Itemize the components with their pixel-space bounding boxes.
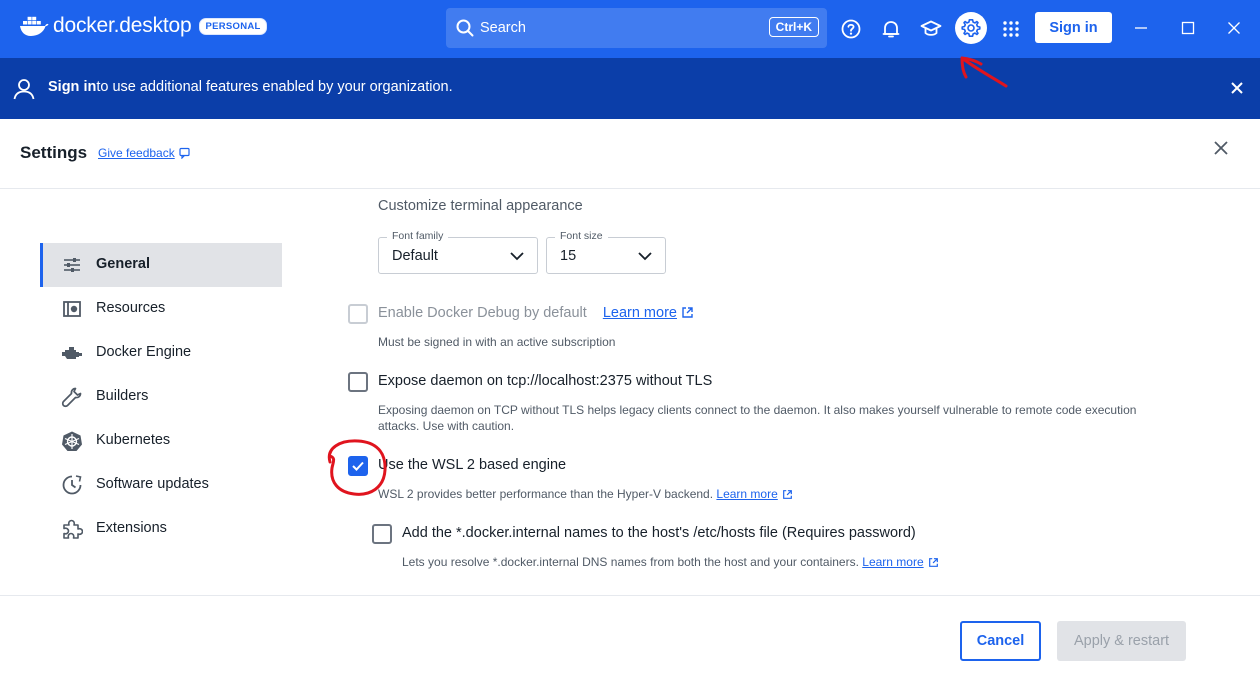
maximize-icon — [1181, 21, 1195, 35]
minimize-button[interactable] — [1129, 16, 1153, 40]
search-bar[interactable]: Search Ctrl+K — [446, 8, 827, 48]
docker-debug-learn-more-link[interactable]: Learn more — [603, 305, 677, 321]
bell-icon — [882, 21, 900, 38]
help-button[interactable] — [836, 14, 866, 44]
docker-debug-help: Must be signed in with an active subscri… — [378, 335, 616, 349]
sign-in-button[interactable]: Sign in — [1035, 12, 1112, 43]
settings-button[interactable] — [955, 12, 987, 44]
notifications-button[interactable] — [876, 14, 906, 44]
settings-footer: Cancel Apply & restart — [0, 595, 1260, 682]
help-icon — [841, 19, 861, 39]
font-size-select[interactable]: Font size 15 — [546, 230, 666, 274]
expose-daemon-label: Expose daemon on tcp://localhost:2375 wi… — [378, 373, 713, 389]
page-title: Settings — [20, 143, 88, 162]
expose-daemon-checkbox[interactable] — [348, 372, 368, 392]
wsl2-learn-more-link[interactable]: Learn more — [716, 487, 777, 501]
font-size-label: Font size — [555, 230, 608, 242]
hosts-file-help-text: Lets you resolve *.docker.internal DNS n… — [402, 555, 859, 569]
banner-text: to use additional features enabled by yo… — [96, 79, 453, 95]
signin-banner: Sign into use additional features enable… — [0, 58, 1260, 119]
plan-badge: PERSONAL — [199, 17, 267, 35]
docker-debug-checkbox[interactable] — [348, 304, 368, 324]
user-icon — [13, 79, 35, 100]
minimize-icon — [1135, 27, 1147, 29]
external-link-icon — [928, 558, 938, 567]
font-family-select[interactable]: Font family Default — [378, 230, 538, 274]
search-shortcut-badge: Ctrl+K — [768, 17, 819, 37]
checkmark-icon — [352, 461, 364, 471]
gear-icon — [961, 19, 981, 37]
learning-center-button[interactable] — [916, 14, 946, 44]
wsl2-engine-checkbox[interactable] — [348, 456, 368, 476]
search-placeholder: Search — [480, 20, 526, 36]
wsl2-engine-help: WSL 2 provides better performance than t… — [378, 486, 793, 502]
docker-logo: docker.desktop PERSONAL — [19, 14, 267, 38]
docker-debug-label: Enable Docker Debug by default Learn mor… — [378, 305, 694, 321]
hosts-file-learn-more-link[interactable]: Learn more — [862, 555, 923, 569]
close-icon — [1214, 141, 1228, 155]
expose-daemon-help: Exposing daemon on TCP without TLS helps… — [378, 403, 1137, 433]
apply-restart-button[interactable]: Apply & restart — [1057, 621, 1186, 661]
apps-grid-icon — [1003, 21, 1019, 37]
hosts-file-help: Lets you resolve *.docker.internal DNS n… — [402, 554, 939, 570]
terminal-section-title: Customize terminal appearance — [378, 198, 583, 214]
docker-debug-text: Enable Docker Debug by default — [378, 305, 587, 321]
brand-name: docker.desktop — [53, 14, 192, 37]
font-size-value: 15 — [560, 248, 577, 264]
close-window-button[interactable] — [1222, 16, 1246, 40]
external-link-icon — [782, 490, 792, 499]
wsl2-engine-label: Use the WSL 2 based engine — [378, 457, 567, 473]
maximize-button[interactable] — [1176, 16, 1200, 40]
font-family-label: Font family — [387, 230, 449, 242]
font-family-value: Default — [392, 248, 438, 264]
search-icon — [456, 19, 474, 37]
hosts-file-label: Add the *.docker.internal names to the h… — [402, 525, 916, 541]
banner-message: Sign into use additional features enable… — [48, 79, 453, 95]
chevron-down-icon — [638, 252, 652, 261]
hosts-file-checkbox[interactable] — [372, 524, 392, 544]
close-icon — [1231, 82, 1243, 94]
give-feedback-label: Give feedback — [98, 146, 175, 160]
docker-whale-icon — [20, 16, 49, 36]
close-icon — [1228, 22, 1240, 34]
apps-button[interactable] — [996, 14, 1026, 44]
close-settings-button[interactable] — [1212, 139, 1230, 162]
cancel-button[interactable]: Cancel — [960, 621, 1041, 661]
wsl2-help-text: WSL 2 provides better performance than t… — [378, 487, 714, 501]
banner-signin-link[interactable]: Sign in — [48, 79, 96, 95]
external-link-icon — [682, 307, 693, 318]
feedback-icon — [179, 147, 190, 159]
give-feedback-link[interactable]: Give feedback — [98, 146, 191, 160]
general-settings-panel: Customize terminal appearance Font famil… — [0, 190, 1260, 595]
learn-icon — [920, 20, 942, 36]
title-bar: docker.desktop PERSONAL Search Ctrl+K Si… — [0, 0, 1260, 58]
banner-close-button[interactable] — [1231, 81, 1243, 99]
settings-header: Settings Give feedback — [0, 119, 1260, 189]
chevron-down-icon — [510, 252, 524, 261]
